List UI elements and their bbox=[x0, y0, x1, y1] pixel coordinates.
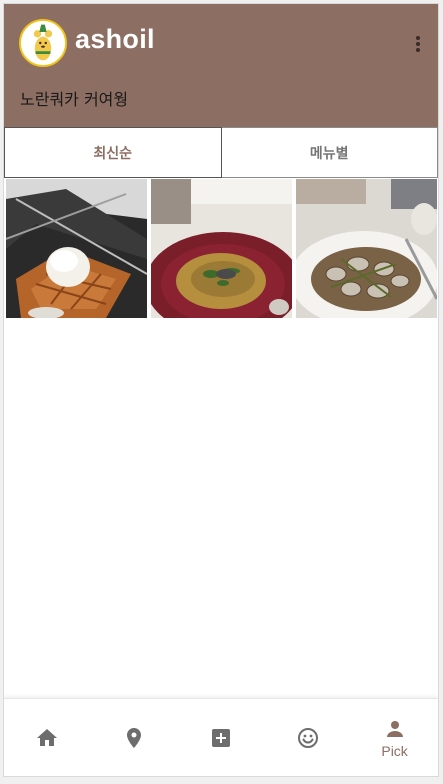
nav-feed[interactable] bbox=[264, 699, 351, 776]
tab-latest[interactable]: 최신순 bbox=[4, 127, 222, 178]
nav-pick-label: Pick bbox=[381, 742, 408, 759]
post-thumbnail-risotto[interactable] bbox=[151, 179, 292, 318]
sort-tabs: 최신순 메뉴별 bbox=[4, 127, 438, 178]
post-thumbnail-clam-pasta[interactable] bbox=[296, 179, 437, 318]
tab-by-menu[interactable]: 메뉴별 bbox=[221, 127, 438, 178]
username: ashoil bbox=[75, 24, 155, 54]
bottom-navigation: Pick bbox=[4, 698, 438, 776]
person-icon bbox=[386, 720, 403, 737]
add-box-icon bbox=[211, 728, 230, 747]
nav-pick[interactable]: Pick bbox=[351, 699, 438, 776]
nav-home[interactable] bbox=[4, 699, 91, 776]
more-options-icon[interactable] bbox=[408, 32, 428, 56]
waffle-photo bbox=[6, 179, 147, 318]
post-grid bbox=[6, 179, 437, 318]
location-pin-icon bbox=[127, 727, 142, 748]
profile-header: ashoil 노란쿼카 커여웡 bbox=[4, 4, 438, 127]
clam-pasta-photo bbox=[296, 179, 437, 318]
post-thumbnail-waffle[interactable] bbox=[6, 179, 147, 318]
smiley-icon bbox=[297, 727, 318, 748]
nav-add[interactable] bbox=[178, 699, 265, 776]
risotto-photo bbox=[151, 179, 292, 318]
app-frame: ashoil 노란쿼카 커여웡 최신순 메뉴별 Pick bbox=[3, 3, 439, 777]
home-icon bbox=[37, 728, 58, 746]
quokka-avatar-icon bbox=[21, 21, 65, 65]
nav-map[interactable] bbox=[91, 699, 178, 776]
avatar[interactable] bbox=[19, 19, 67, 67]
profile-bio: 노란쿼카 커여웡 bbox=[20, 90, 129, 109]
